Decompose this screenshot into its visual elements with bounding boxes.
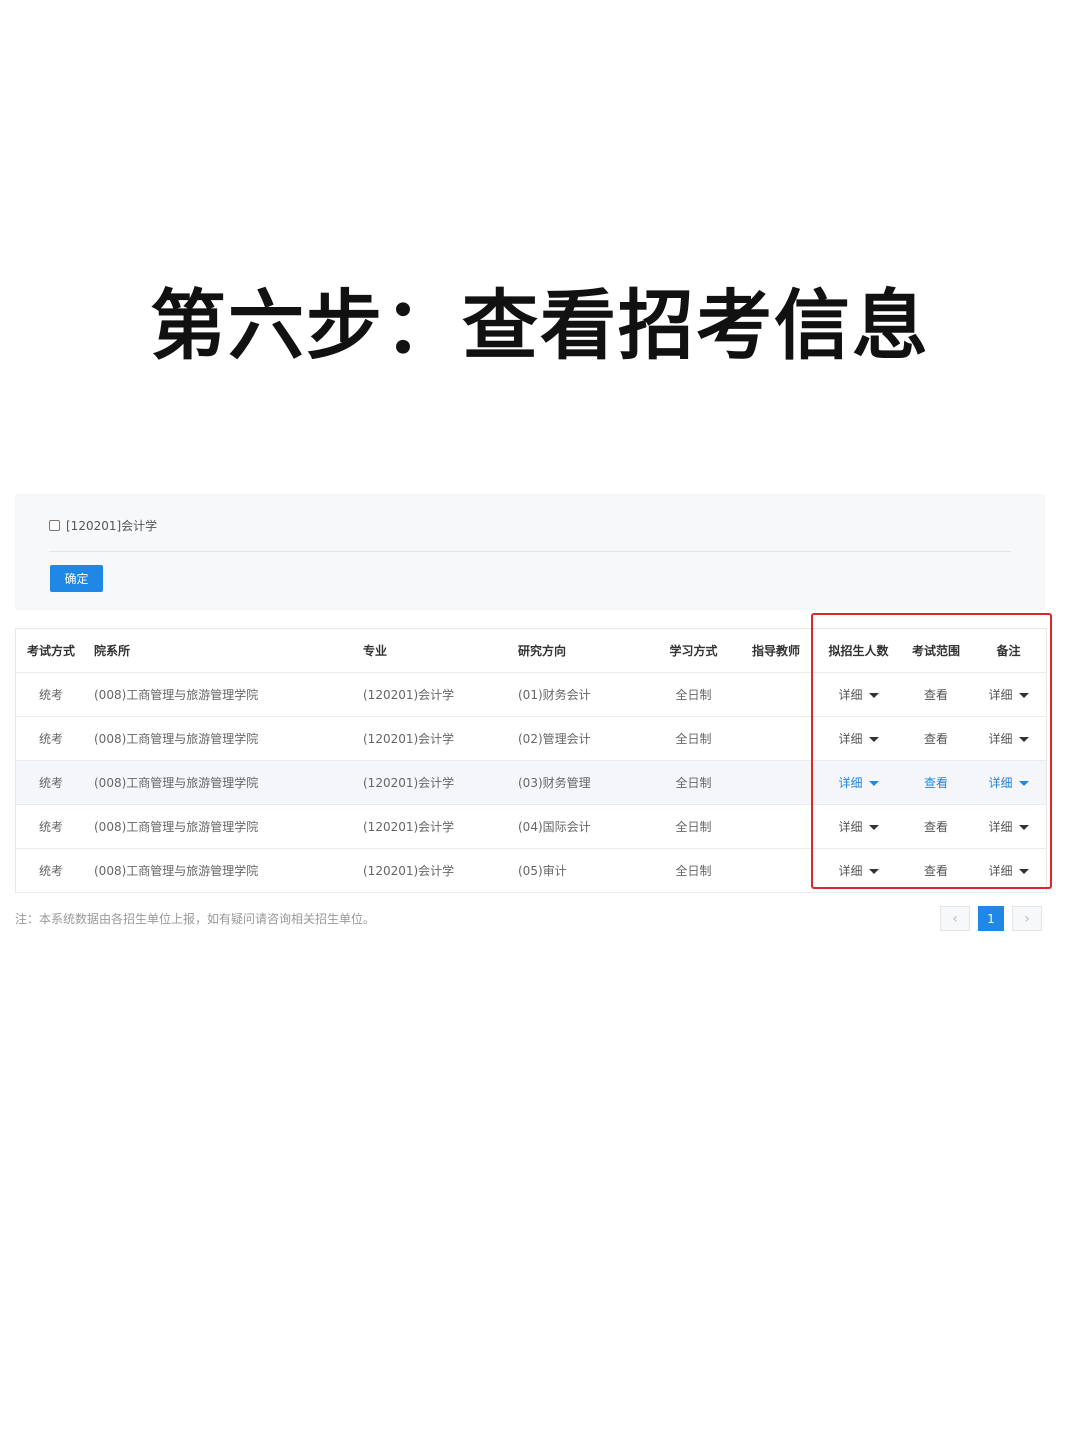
enrollment-details-label: 详细 <box>838 732 863 746</box>
col-exam-mode: 考试方式 <box>16 629 86 673</box>
cell-major: (120201)会计学 <box>361 760 516 805</box>
col-remarks: 备注 <box>971 629 1046 673</box>
enrollment-details-label: 详细 <box>838 864 863 878</box>
cell-study-mode: 全日制 <box>651 804 736 849</box>
cell-major: (120201)会计学 <box>361 848 516 893</box>
col-department: 院系所 <box>86 629 361 673</box>
major-filter-option[interactable]: [120201]会计学 <box>49 516 157 534</box>
table-header-row: 考试方式 院系所 专业 研究方向 学习方式 指导教师 拟招生人数 考试范围 备注 <box>16 629 1046 673</box>
remarks-details-label: 详细 <box>988 820 1013 834</box>
cell-advisor <box>736 760 816 805</box>
table-row: 统考 (008)工商管理与旅游管理学院 (120201)会计学 (01)财务会计… <box>16 672 1046 717</box>
remarks-details-label: 详细 <box>988 732 1013 746</box>
cell-study-mode: 全日制 <box>651 848 736 893</box>
cell-research-direction: (05)审计 <box>516 848 651 893</box>
table-row: 统考 (008)工商管理与旅游管理学院 (120201)会计学 (05)审计 全… <box>16 848 1046 893</box>
cell-department: (008)工商管理与旅游管理学院 <box>86 716 361 761</box>
cell-advisor <box>736 848 816 893</box>
caret-down-icon <box>1018 869 1029 874</box>
cell-major: (120201)会计学 <box>361 716 516 761</box>
enrollment-details-dropdown[interactable]: 详细 <box>838 820 879 834</box>
cell-study-mode: 全日制 <box>651 672 736 717</box>
cell-exam-mode: 统考 <box>16 672 86 717</box>
chevron-left-icon[interactable]: ‹ <box>940 906 970 931</box>
cell-department: (008)工商管理与旅游管理学院 <box>86 672 361 717</box>
col-research-direction: 研究方向 <box>516 629 651 673</box>
cell-research-direction: (04)国际会计 <box>516 804 651 849</box>
table-row: 统考 (008)工商管理与旅游管理学院 (120201)会计学 (02)管理会计… <box>16 716 1046 761</box>
col-major: 专业 <box>361 629 516 673</box>
cell-exam-mode: 统考 <box>16 716 86 761</box>
col-study-mode: 学习方式 <box>651 629 736 673</box>
exam-scope-view-link[interactable]: 查看 <box>924 688 948 702</box>
enrollment-details-dropdown[interactable]: 详细 <box>838 732 879 746</box>
cell-advisor <box>736 716 816 761</box>
enrollment-details-dropdown[interactable]: 详细 <box>838 864 879 878</box>
filter-divider <box>49 551 1011 552</box>
col-planned-enrollment: 拟招生人数 <box>816 629 901 673</box>
major-checkbox-label: [120201]会计学 <box>66 518 158 533</box>
enrollment-details-label: 详细 <box>838 820 863 834</box>
caret-down-icon <box>1018 737 1029 742</box>
col-exam-scope: 考试范围 <box>901 629 971 673</box>
exam-scope-view-link[interactable]: 查看 <box>924 732 948 746</box>
cell-advisor <box>736 804 816 849</box>
cell-department: (008)工商管理与旅游管理学院 <box>86 804 361 849</box>
table-row: 统考 (008)工商管理与旅游管理学院 (120201)会计学 (04)国际会计… <box>16 804 1046 849</box>
footer-note: 注：本系统数据由各招生单位上报，如有疑问请咨询相关招生单位。 <box>15 912 376 926</box>
col-advisor: 指导教师 <box>736 629 816 673</box>
enrollment-table: 考试方式 院系所 专业 研究方向 学习方式 指导教师 拟招生人数 考试范围 备注… <box>15 628 1047 893</box>
remarks-details-label: 详细 <box>988 864 1013 878</box>
enrollment-details-dropdown[interactable]: 详细 <box>838 688 879 702</box>
confirm-button[interactable]: 确定 <box>50 565 103 592</box>
cell-department: (008)工商管理与旅游管理学院 <box>86 848 361 893</box>
chevron-right-icon[interactable]: › <box>1012 906 1042 931</box>
cell-research-direction: (03)财务管理 <box>516 760 651 805</box>
exam-scope-view-link[interactable]: 查看 <box>924 820 948 834</box>
remarks-details-dropdown[interactable]: 详细 <box>988 732 1029 746</box>
cell-exam-mode: 统考 <box>16 848 86 893</box>
page-1-button[interactable]: 1 <box>978 906 1004 931</box>
cell-research-direction: (01)财务会计 <box>516 672 651 717</box>
filter-panel: [120201]会计学 确定 <box>15 494 1045 610</box>
caret-down-icon <box>1018 781 1029 786</box>
table-row-hovered: 统考 (008)工商管理与旅游管理学院 (120201)会计学 (03)财务管理… <box>16 760 1046 805</box>
remarks-details-dropdown[interactable]: 详细 <box>988 820 1029 834</box>
enrollment-details-dropdown[interactable]: 详细 <box>838 776 879 790</box>
caret-down-icon <box>1018 693 1029 698</box>
caret-down-icon <box>868 737 879 742</box>
enrollment-details-label: 详细 <box>838 776 863 790</box>
cell-advisor <box>736 672 816 717</box>
caret-down-icon <box>1018 825 1029 830</box>
cell-major: (120201)会计学 <box>361 804 516 849</box>
caret-down-icon <box>868 825 879 830</box>
remarks-details-dropdown[interactable]: 详细 <box>988 688 1029 702</box>
exam-scope-view-link[interactable]: 查看 <box>924 864 948 878</box>
caret-down-icon <box>868 693 879 698</box>
pagination: ‹ 1 › <box>940 906 1042 931</box>
cell-study-mode: 全日制 <box>651 716 736 761</box>
major-checkbox[interactable] <box>49 519 60 531</box>
remarks-details-dropdown[interactable]: 详细 <box>988 776 1029 790</box>
cell-study-mode: 全日制 <box>651 760 736 805</box>
remarks-details-label: 详细 <box>988 776 1013 790</box>
page-headline: 第六步：查看招考信息 <box>150 281 930 370</box>
exam-scope-view-link[interactable]: 查看 <box>924 776 948 790</box>
caret-down-icon <box>868 869 879 874</box>
enrollment-details-label: 详细 <box>838 688 863 702</box>
cell-exam-mode: 统考 <box>16 760 86 805</box>
remarks-details-label: 详细 <box>988 688 1013 702</box>
cell-research-direction: (02)管理会计 <box>516 716 651 761</box>
cell-department: (008)工商管理与旅游管理学院 <box>86 760 361 805</box>
cell-exam-mode: 统考 <box>16 804 86 849</box>
cell-major: (120201)会计学 <box>361 672 516 717</box>
remarks-details-dropdown[interactable]: 详细 <box>988 864 1029 878</box>
caret-down-icon <box>868 781 879 786</box>
